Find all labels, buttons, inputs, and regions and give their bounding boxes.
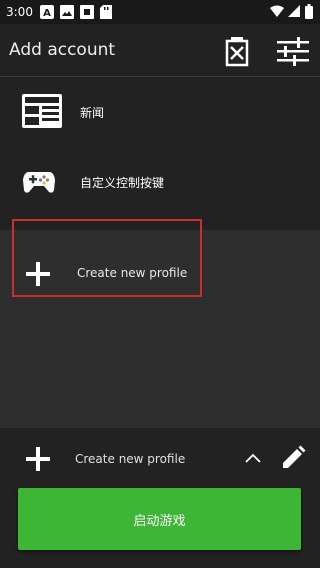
news-icon xyxy=(22,94,62,128)
sliders-icon xyxy=(277,37,309,66)
image-icon xyxy=(60,5,74,22)
battery-icon xyxy=(305,4,313,22)
delete-account-icon xyxy=(225,37,249,67)
launch-game-label: 启动游戏 xyxy=(133,513,186,529)
profile-selector[interactable]: Create new profile xyxy=(0,430,320,486)
chevron-up-icon[interactable] xyxy=(244,452,262,464)
plus-icon xyxy=(26,447,50,471)
settings-button[interactable] xyxy=(275,33,311,69)
toolbar-divider xyxy=(0,76,320,77)
signal-icon xyxy=(288,5,300,20)
svg-text:A: A xyxy=(43,8,51,19)
wifi-icon xyxy=(270,5,284,20)
stop-icon xyxy=(80,5,94,22)
toolbar: Add account xyxy=(0,24,320,76)
menu-item-custom-controls[interactable]: 自定义控制按键 xyxy=(0,148,320,218)
gamepad-icon xyxy=(23,172,55,193)
menu-item-label: 自定义控制按键 xyxy=(80,176,165,190)
pencil-icon[interactable] xyxy=(280,445,306,471)
sd-icon xyxy=(100,5,112,22)
status-bar: 3:00 A xyxy=(0,0,320,24)
delete-account-button[interactable] xyxy=(219,33,255,69)
menu-item-news[interactable]: 新闻 xyxy=(0,78,320,148)
selected-profile-label: Create new profile xyxy=(75,452,186,466)
a-icon: A xyxy=(40,5,54,22)
menu-item-label: 新闻 xyxy=(80,106,105,120)
status-time: 3:00 xyxy=(6,5,33,19)
launch-game-button[interactable]: 启动游戏 xyxy=(18,488,301,550)
page-title: Add account xyxy=(9,40,116,60)
highlight-box xyxy=(12,219,202,297)
